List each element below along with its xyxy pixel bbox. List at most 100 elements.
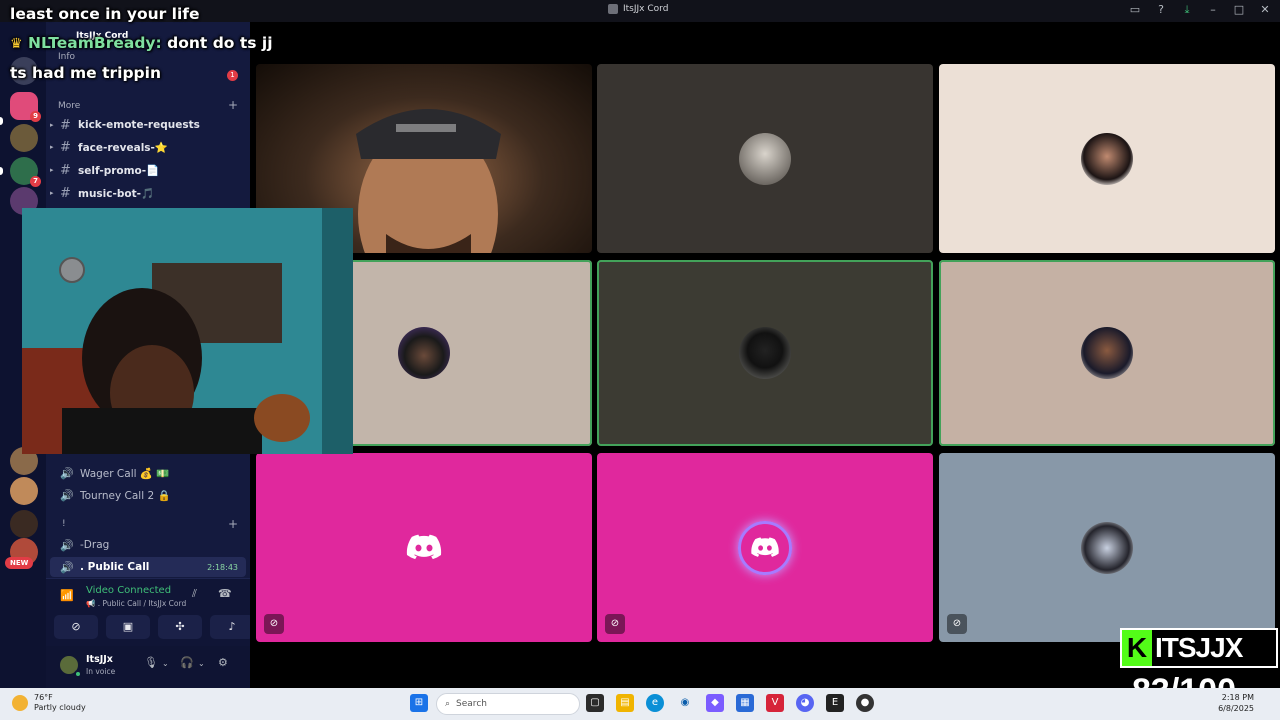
chat-line: ♛ NLTeamBready: dont do ts jj <box>10 34 273 52</box>
video-grid: ⊘ ⊘ ⊘ <box>250 22 1280 688</box>
soundboard-button[interactable]: ♪ <box>210 615 254 639</box>
maximize-button[interactable]: □ <box>1232 2 1246 18</box>
server-icon[interactable]: 7 <box>10 157 41 187</box>
noise-suppression-icon[interactable]: ⫽ <box>192 587 197 601</box>
voice-location[interactable]: 📢 . Public Call / ItsJJx Cord <box>86 599 186 608</box>
inbox-icon[interactable]: ▭ <box>1128 2 1142 18</box>
activities-button[interactable]: ✣ <box>158 615 202 639</box>
video-tile[interactable] <box>939 260 1275 446</box>
download-icon[interactable]: ⤓ <box>1180 2 1194 18</box>
weather-widget[interactable]: 76°F Partly cloudy <box>12 693 86 713</box>
discord-logo-icon <box>406 534 442 559</box>
video-tile[interactable]: ⊘ <box>939 453 1275 642</box>
voice-channel-item[interactable]: 🔊 Tourney Call 2 🔒 <box>50 485 246 505</box>
user-panel: ItsJJx In voice 🎙 ⌄ 🎧 ⌄ ⚙ <box>46 646 250 688</box>
channel-name: self-promo-📄 <box>78 164 160 177</box>
app-icon[interactable]: ● <box>856 694 874 712</box>
screen-share-button[interactable]: ▣ <box>106 615 150 639</box>
channel-name: music-bot-🎵 <box>78 187 155 200</box>
streamer-webcam <box>22 208 353 454</box>
gear-icon[interactable]: ⚙ <box>218 656 228 669</box>
chevron-right-icon: ▸ <box>50 166 54 174</box>
server-icon[interactable] <box>10 124 38 152</box>
chevron-right-icon: ▸ <box>50 121 54 129</box>
store-icon[interactable]: ▦ <box>736 694 754 712</box>
username[interactable]: ItsJJx <box>86 654 113 665</box>
category-excl[interactable]: ! <box>62 519 66 529</box>
mic-muted-icon: ⊘ <box>264 614 284 634</box>
channel-name: kick-emote-requests <box>78 119 200 131</box>
streamer-brand: K ITSJJX <box>1120 628 1278 668</box>
disconnect-icon[interactable]: ☎ <box>218 587 232 600</box>
user-status: In voice <box>86 667 116 676</box>
search-box[interactable]: ⌕ Search <box>436 693 580 715</box>
category-info[interactable]: Info <box>58 52 75 62</box>
brand-text: ITSJJX <box>1155 632 1243 663</box>
channel-item[interactable]: ▸ # kick-emote-requests <box>50 115 246 135</box>
notification-badge: 1 <box>227 70 238 81</box>
start-icon[interactable]: ⊞ <box>410 694 428 712</box>
server-icon[interactable] <box>10 510 38 538</box>
microphone-icon[interactable]: 🎙 <box>144 656 158 669</box>
unread-pill <box>0 167 3 175</box>
unread-pill <box>0 117 3 125</box>
video-tile[interactable]: ⊘ <box>256 453 592 642</box>
video-tile[interactable] <box>939 64 1275 253</box>
channel-name: -Drag <box>80 539 110 551</box>
avatar <box>1081 521 1133 574</box>
category-more[interactable]: More <box>58 101 80 111</box>
epic-games-icon[interactable]: E <box>826 694 844 712</box>
avatar <box>1081 327 1133 379</box>
speaker-icon: 🔊 <box>60 538 74 552</box>
channel-item[interactable]: ▸ # music-bot-🎵 <box>50 183 246 203</box>
channel-name: face-reveals-⭐ <box>78 141 168 154</box>
file-explorer-icon[interactable]: ▤ <box>616 694 634 712</box>
window-title: ItsJJx Cord <box>608 4 668 14</box>
webcam-feed <box>22 208 353 454</box>
call-timer: 2:18:43 <box>207 562 238 572</box>
chat-line: ts had me trippin <box>10 64 161 82</box>
video-tile[interactable] <box>597 64 933 253</box>
new-badge: NEW <box>5 557 34 569</box>
minimize-button[interactable]: – <box>1206 2 1220 18</box>
app-icon[interactable]: ◉ <box>676 694 694 712</box>
hash-icon: # <box>60 185 71 201</box>
server-icon[interactable]: 9 <box>10 92 41 122</box>
voice-channel-item-active[interactable]: 🔊 . Public Call 2:18:43 <box>50 557 246 577</box>
discord-logo-icon <box>751 536 779 557</box>
server-icon[interactable] <box>10 477 38 505</box>
video-tile[interactable]: ⊘ <box>597 453 933 642</box>
chevron-down-icon[interactable]: ⌄ <box>198 659 205 668</box>
chevron-right-icon: ▸ <box>50 189 54 197</box>
discord-taskbar-icon[interactable]: ◕ <box>796 694 814 712</box>
help-icon[interactable]: ? <box>1154 2 1168 18</box>
headphones-icon[interactable]: 🎧 <box>180 656 194 669</box>
app-icon[interactable]: V <box>766 694 784 712</box>
channel-item[interactable]: ▸ # face-reveals-⭐ <box>50 137 246 157</box>
avatar <box>1081 132 1133 185</box>
signal-icon: 📶 <box>60 589 74 602</box>
voice-status[interactable]: Video Connected <box>86 585 171 596</box>
task-view-icon[interactable]: ▢ <box>586 694 604 712</box>
channel-item[interactable]: ▸ # self-promo-📄 <box>50 160 246 180</box>
chevron-down-icon[interactable]: ⌄ <box>162 659 169 668</box>
status-dot <box>74 670 82 678</box>
app-icon[interactable]: ◆ <box>706 694 724 712</box>
chat-username: NLTeamBready: <box>27 34 162 52</box>
notification-badge: 7 <box>30 176 41 187</box>
voice-channel-item[interactable]: 🔊 -Drag <box>50 535 246 555</box>
weather-desc: Partly cloudy <box>34 703 86 712</box>
close-button[interactable]: ✕ <box>1258 2 1272 18</box>
camera-toggle-button[interactable]: ⊘ <box>54 615 98 639</box>
avatar <box>739 132 791 185</box>
add-channel-icon[interactable]: + <box>228 517 238 531</box>
add-channel-icon[interactable]: + <box>228 98 238 112</box>
mic-muted-icon: ⊘ <box>947 614 967 634</box>
system-clock[interactable]: 2:18 PM 6/8/2025 <box>1218 692 1254 714</box>
video-tile[interactable] <box>597 260 933 446</box>
edge-icon[interactable]: e <box>646 694 664 712</box>
deafened-icon: ⊘ <box>605 614 625 634</box>
clock-time: 2:18 PM <box>1221 693 1254 702</box>
app-icon <box>608 4 618 14</box>
voice-channel-item[interactable]: 🔊 Wager Call 💰 💵 <box>50 463 246 483</box>
